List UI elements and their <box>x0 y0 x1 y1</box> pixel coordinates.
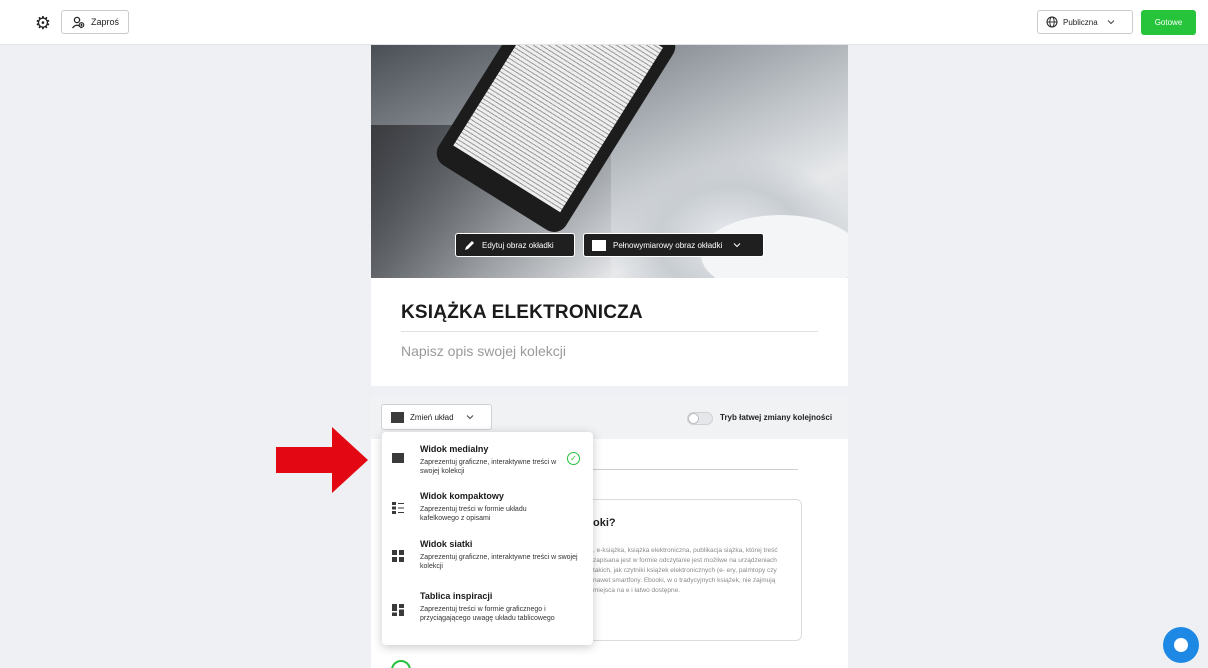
visibility-dropdown[interactable]: Publiczna <box>1037 10 1133 34</box>
compact-view-icon <box>392 502 404 514</box>
layout-option-title: Widok kompaktowy <box>420 491 504 501</box>
layout-option-title: Tablica inspiracji <box>420 591 493 601</box>
done-button[interactable]: Gotowe <box>1141 10 1196 35</box>
invite-user-icon <box>71 16 85 28</box>
top-bar: ⚙ Zaproś Publiczna Gotowe <box>0 0 1208 45</box>
article-card[interactable]: oki? , e-książka, książka elektroniczna,… <box>579 499 802 641</box>
media-view-icon <box>392 453 404 463</box>
invite-button[interactable]: Zaproś <box>61 10 130 34</box>
add-item-icon[interactable] <box>391 660 411 668</box>
edit-cover-label: Edytuj obraz okładki <box>482 240 554 250</box>
chat-bubble-icon <box>1174 638 1188 652</box>
layout-option-board[interactable]: Tablica inspiracji Zaprezentuj treści w … <box>382 586 593 645</box>
grid-view-icon <box>392 550 404 562</box>
section-divider <box>591 469 798 470</box>
collection-header: KSIĄŻKA ELEKTRONICZA Napisz opis swojej … <box>371 278 848 386</box>
cover-size-label: Pełnowymiarowy obraz okładki <box>613 240 723 250</box>
invite-label: Zaproś <box>91 17 120 27</box>
layout-option-desc: Zaprezentuj graficzne, interaktywne treś… <box>420 459 557 475</box>
chevron-down-icon <box>734 243 741 248</box>
cover-size-dropdown[interactable]: Pełnowymiarowy obraz okładki <box>583 233 764 257</box>
selected-check-icon: ✓ <box>567 452 580 465</box>
layout-option-compact[interactable]: Widok kompaktowy Zaprezentuj treści w fo… <box>382 484 593 536</box>
globe-icon <box>1046 16 1058 28</box>
fullsize-cover-icon <box>592 239 606 251</box>
chevron-down-icon <box>1107 20 1115 25</box>
layout-option-grid[interactable]: Widok siatki Zaprezentuj graficzne, inte… <box>382 536 593 586</box>
layout-option-desc: Zaprezentuj treści w formie graficznego … <box>420 606 555 622</box>
change-layout-button[interactable]: Zmień układ <box>381 404 492 430</box>
layout-icon <box>391 411 404 423</box>
collection-description-input[interactable]: Napisz opis swojej kolekcji <box>401 343 566 359</box>
layout-menu: Widok medialny Zaprezentuj graficzne, in… <box>382 432 593 645</box>
change-layout-label: Zmień układ <box>410 412 454 422</box>
title-divider <box>401 331 818 332</box>
layout-option-desc: Zaprezentuj treści w formie układu kafel… <box>420 506 527 522</box>
layout-option-desc: Zaprezentuj graficzne, interaktywne treś… <box>420 554 578 570</box>
chat-support-button[interactable] <box>1163 627 1199 663</box>
red-arrow-icon <box>276 427 368 493</box>
collection-title[interactable]: KSIĄŻKA ELEKTRONICZA <box>401 302 643 324</box>
visibility-label: Publiczna <box>1063 17 1098 27</box>
edit-cover-button[interactable]: Edytuj obraz okładki <box>455 233 575 257</box>
chevron-down-icon <box>466 415 473 420</box>
article-text: , e-książka, książka elektroniczna, publ… <box>593 547 778 594</box>
cover-image: Edytuj obraz okładki Pełnowymiarowy obra… <box>371 45 848 278</box>
reorder-toggle-label: Tryb łatwej zmiany kolejności <box>720 413 833 422</box>
article-heading: oki? <box>593 517 616 529</box>
layout-option-title: Widok medialny <box>420 444 489 454</box>
reorder-toggle[interactable] <box>687 412 713 425</box>
settings-gear-icon[interactable]: ⚙ <box>34 14 52 32</box>
board-view-icon <box>392 604 404 616</box>
pencil-icon <box>465 240 474 250</box>
layout-option-title: Widok siatki <box>420 539 473 549</box>
layout-option-media[interactable]: Widok medialny Zaprezentuj graficzne, in… <box>382 432 593 484</box>
